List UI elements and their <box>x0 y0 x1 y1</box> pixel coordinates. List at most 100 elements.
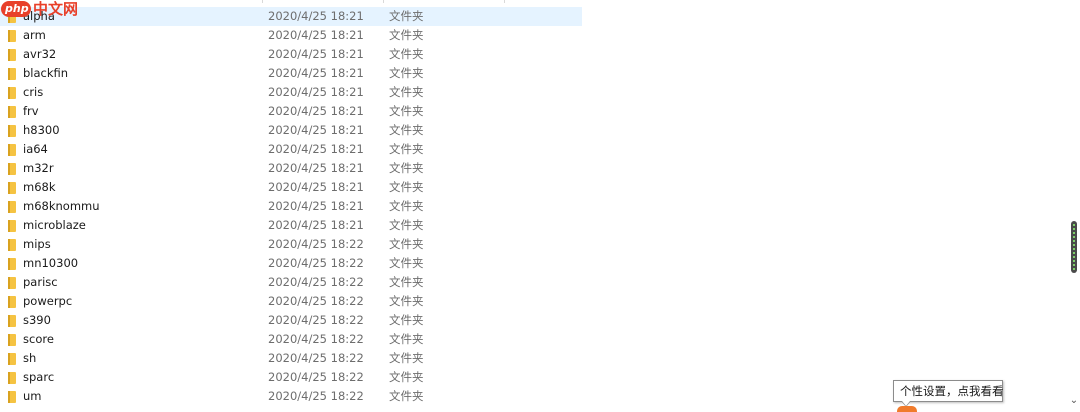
settings-button[interactable] <box>897 406 917 412</box>
modified-date: 2020/4/25 18:21 <box>268 161 364 175</box>
modified-date: 2020/4/25 18:21 <box>268 218 364 232</box>
file-row[interactable]: score 2020/4/25 18:22 文件夹 <box>0 330 582 349</box>
file-type: 文件夹 <box>389 237 424 251</box>
folder-icon <box>8 87 16 99</box>
file-type: 文件夹 <box>389 351 424 365</box>
file-type: 文件夹 <box>389 85 424 99</box>
modified-date: 2020/4/25 18:22 <box>268 294 364 308</box>
file-type: 文件夹 <box>389 313 424 327</box>
file-row[interactable]: mips 2020/4/25 18:22 文件夹 <box>0 235 582 254</box>
folder-icon <box>8 201 16 213</box>
file-type: 文件夹 <box>389 123 424 137</box>
modified-date: 2020/4/25 18:22 <box>268 313 364 327</box>
modified-date: 2020/4/25 18:22 <box>268 370 364 384</box>
file-row[interactable]: blackfin 2020/4/25 18:21 文件夹 <box>0 64 582 83</box>
file-row[interactable]: m68k 2020/4/25 18:21 文件夹 <box>0 178 582 197</box>
file-type: 文件夹 <box>389 9 424 23</box>
modified-date: 2020/4/25 18:21 <box>268 104 364 118</box>
file-type: 文件夹 <box>389 66 424 80</box>
file-type: 文件夹 <box>389 218 424 232</box>
modified-date: 2020/4/25 18:22 <box>268 237 364 251</box>
column-divider[interactable] <box>383 0 384 3</box>
file-type: 文件夹 <box>389 294 424 308</box>
settings-tooltip[interactable]: 个性设置，点我看看 <box>893 380 1004 402</box>
modified-date: 2020/4/25 18:21 <box>268 180 364 194</box>
file-row[interactable]: alpha 2020/4/25 18:21 文件夹 <box>0 7 582 26</box>
vertical-scrollbar[interactable]: ⌄ <box>1068 0 1080 412</box>
file-row[interactable]: m32r 2020/4/25 18:21 文件夹 <box>0 159 582 178</box>
file-row[interactable]: avr32 2020/4/25 18:21 文件夹 <box>0 45 582 64</box>
scrollbar-thumb[interactable] <box>1071 221 1077 273</box>
scroll-down-icon[interactable]: ⌄ <box>1069 396 1079 406</box>
file-name: m32r <box>23 161 54 175</box>
modified-date: 2020/4/25 18:21 <box>268 28 364 42</box>
file-name: h8300 <box>23 123 60 137</box>
file-name: sparc <box>23 370 55 384</box>
modified-date: 2020/4/25 18:22 <box>268 256 364 270</box>
file-type: 文件夹 <box>389 180 424 194</box>
folder-icon <box>8 125 16 137</box>
file-name: frv <box>23 104 39 118</box>
file-type: 文件夹 <box>389 142 424 156</box>
folder-icon <box>8 391 16 403</box>
folder-icon <box>8 220 16 232</box>
file-type: 文件夹 <box>389 47 424 61</box>
file-row[interactable]: m68knommu 2020/4/25 18:21 文件夹 <box>0 197 582 216</box>
modified-date: 2020/4/25 18:21 <box>268 47 364 61</box>
folder-icon <box>8 106 16 118</box>
watermark-site-text: 中文网 <box>33 0 79 18</box>
modified-date: 2020/4/25 18:22 <box>268 389 364 403</box>
file-type: 文件夹 <box>389 275 424 289</box>
file-name: s390 <box>23 313 51 327</box>
file-row[interactable]: h8300 2020/4/25 18:21 文件夹 <box>0 121 582 140</box>
modified-date: 2020/4/25 18:21 <box>268 66 364 80</box>
file-name: um <box>23 389 42 403</box>
file-type: 文件夹 <box>389 332 424 346</box>
modified-date: 2020/4/25 18:22 <box>268 351 364 365</box>
modified-date: 2020/4/25 18:22 <box>268 275 364 289</box>
file-type: 文件夹 <box>389 199 424 213</box>
file-row[interactable]: microblaze 2020/4/25 18:21 文件夹 <box>0 216 582 235</box>
file-row[interactable]: mn10300 2020/4/25 18:22 文件夹 <box>0 254 582 273</box>
file-type: 文件夹 <box>389 256 424 270</box>
modified-date: 2020/4/25 18:21 <box>268 9 364 23</box>
modified-date: 2020/4/25 18:21 <box>268 85 364 99</box>
file-row[interactable]: ia64 2020/4/25 18:21 文件夹 <box>0 140 582 159</box>
file-name: mips <box>23 237 51 251</box>
file-row[interactable]: um 2020/4/25 18:22 文件夹 <box>0 387 582 406</box>
folder-icon <box>8 239 16 251</box>
file-row[interactable]: powerpc 2020/4/25 18:22 文件夹 <box>0 292 582 311</box>
file-type: 文件夹 <box>389 28 424 42</box>
file-type: 文件夹 <box>389 104 424 118</box>
folder-icon <box>8 372 16 384</box>
modified-date: 2020/4/25 18:21 <box>268 142 364 156</box>
file-row[interactable]: arm 2020/4/25 18:21 文件夹 <box>0 26 582 45</box>
folder-icon <box>8 68 16 80</box>
file-name: microblaze <box>23 218 86 232</box>
folder-icon <box>8 258 16 270</box>
file-name: powerpc <box>23 294 73 308</box>
file-name: arm <box>23 28 46 42</box>
php-logo: php <box>1 1 31 17</box>
column-divider[interactable] <box>504 0 505 3</box>
file-row[interactable]: frv 2020/4/25 18:21 文件夹 <box>0 102 582 121</box>
file-row[interactable]: s390 2020/4/25 18:22 文件夹 <box>0 311 582 330</box>
modified-date: 2020/4/25 18:21 <box>268 199 364 213</box>
file-row[interactable]: sh 2020/4/25 18:22 文件夹 <box>0 349 582 368</box>
column-divider[interactable] <box>262 0 263 3</box>
file-type: 文件夹 <box>389 389 424 403</box>
logo-text: php <box>5 2 29 15</box>
file-name: sh <box>23 351 37 365</box>
folder-icon <box>8 182 16 194</box>
folder-icon <box>8 353 16 365</box>
file-row[interactable]: sparc 2020/4/25 18:22 文件夹 <box>0 368 582 387</box>
file-row[interactable]: parisc 2020/4/25 18:22 文件夹 <box>0 273 582 292</box>
file-name: cris <box>23 85 44 99</box>
file-row[interactable]: cris 2020/4/25 18:21 文件夹 <box>0 83 582 102</box>
folder-icon <box>8 315 16 327</box>
file-type: 文件夹 <box>389 370 424 384</box>
file-name: mn10300 <box>23 256 79 270</box>
folder-icon <box>8 30 16 42</box>
column-header-edge <box>0 0 582 4</box>
folder-icon <box>8 277 16 289</box>
